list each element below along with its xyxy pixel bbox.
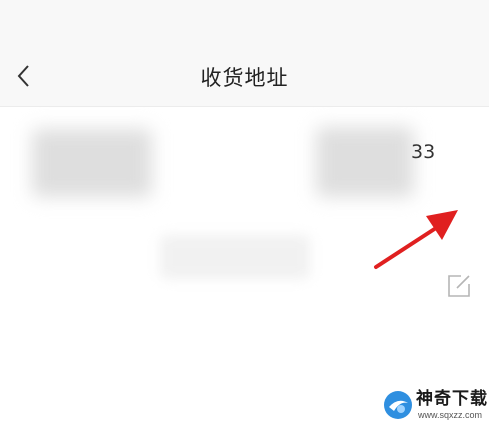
watermark: 神奇下载 www.sqxzz.com xyxy=(382,382,488,428)
edit-icon xyxy=(448,275,470,297)
phone-number-tail: 33 xyxy=(411,141,436,163)
red-arrow-icon xyxy=(374,210,458,269)
blurred-phone-number xyxy=(316,127,414,197)
navigation-bar: 收货地址 xyxy=(0,0,489,107)
blurred-recipient-name xyxy=(32,129,152,197)
watermark-title: 神奇下载 xyxy=(416,389,488,409)
edit-address-button[interactable] xyxy=(446,273,472,299)
blurred-address-detail xyxy=(160,235,310,279)
page-title: 收货地址 xyxy=(200,66,289,90)
watermark-logo-icon xyxy=(384,391,412,419)
watermark-url: www.sqxzz.com xyxy=(418,410,483,420)
